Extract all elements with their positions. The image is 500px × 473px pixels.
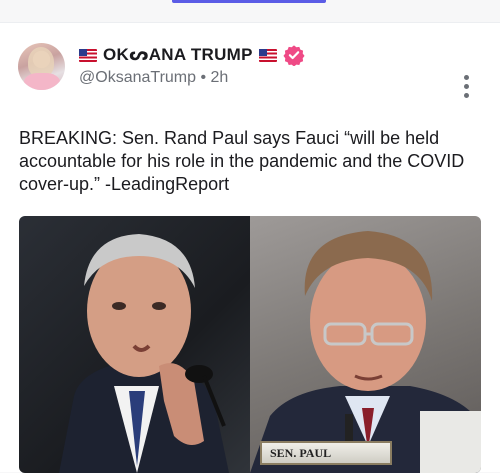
senator-nameplate: SEN. PAUL (260, 441, 392, 465)
author-handle[interactable]: @OksanaTrump (79, 69, 196, 86)
author-name-row[interactable]: OKᔕANA TRUMP (79, 44, 305, 66)
media-photo-right[interactable]: SEN. PAUL (250, 216, 481, 473)
avatar-shirt (24, 73, 60, 90)
us-flag-icon (79, 48, 97, 62)
verified-badge-icon (283, 45, 305, 66)
meta-separator: • (200, 69, 207, 86)
media-photo-left[interactable] (19, 216, 250, 473)
more-vertical-icon[interactable] (462, 75, 470, 98)
active-tab-indicator (172, 0, 326, 3)
photo-right-illustration (250, 231, 481, 473)
post-time: 2h (210, 69, 229, 86)
author-display-name[interactable]: OKᔕANA TRUMP (103, 45, 253, 65)
us-flag-icon (258, 48, 277, 62)
author-meta: @OksanaTrump • 2h (79, 69, 228, 87)
post-media[interactable]: SEN. PAUL (19, 216, 481, 473)
photo-left-illustration (59, 234, 229, 473)
top-tab-bar (0, 0, 500, 22)
post-card[interactable]: OKᔕANA TRUMP @OksanaTrump • 2h BREAKING:… (0, 22, 500, 473)
post-text: BREAKING: Sen. Rand Paul says Fauci “wil… (19, 128, 465, 194)
avatar[interactable] (18, 43, 65, 90)
